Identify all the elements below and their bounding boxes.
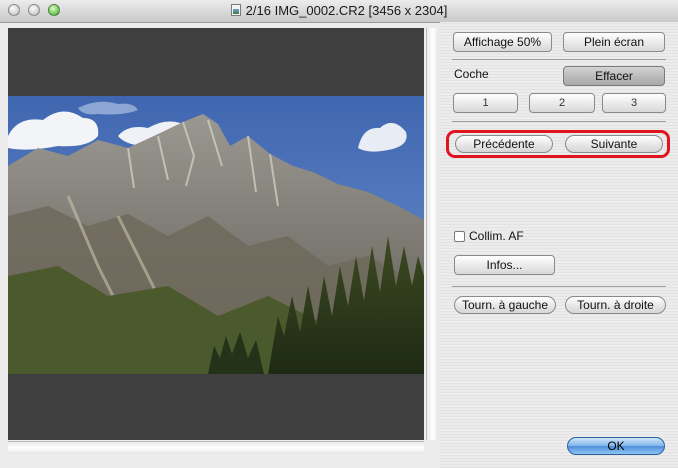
title-bar[interactable]: 2/16 IMG_0002.CR2 [3456 x 2304] [0, 0, 678, 23]
control-panel [440, 22, 678, 468]
image-view-area[interactable] [8, 28, 424, 440]
vertical-scrollbar[interactable] [426, 28, 439, 440]
separator [452, 121, 666, 122]
af-points-checkbox[interactable] [454, 231, 465, 242]
rotate-left-button[interactable]: Tourn. à gauche [454, 296, 556, 314]
photo-preview [8, 96, 424, 374]
check-2-button[interactable]: 2 [529, 93, 595, 113]
image-viewer-window: 2/16 IMG_0002.CR2 [3456 x 2304] Affichag… [0, 0, 678, 468]
separator [452, 59, 666, 60]
check-1-button[interactable]: 1 [453, 93, 518, 113]
window-title: 2/16 IMG_0002.CR2 [3456 x 2304] [245, 3, 448, 18]
horizontal-scrollbar[interactable] [8, 441, 424, 454]
separator [452, 286, 666, 287]
rotate-right-button[interactable]: Tourn. à droite [565, 296, 666, 314]
check-label: Coche [454, 67, 489, 81]
info-button[interactable]: Infos... [454, 255, 555, 275]
ok-button[interactable]: OK [567, 437, 665, 455]
document-icon [230, 4, 241, 16]
af-points-label: Collim. AF [469, 229, 524, 243]
full-screen-button[interactable]: Plein écran [563, 32, 665, 52]
check-3-button[interactable]: 3 [602, 93, 666, 113]
view-50-percent-button[interactable]: Affichage 50% [453, 32, 552, 52]
clear-check-button[interactable]: Effacer [563, 66, 665, 86]
navigation-highlight-frame [446, 130, 670, 158]
mountain-photo [8, 96, 424, 374]
